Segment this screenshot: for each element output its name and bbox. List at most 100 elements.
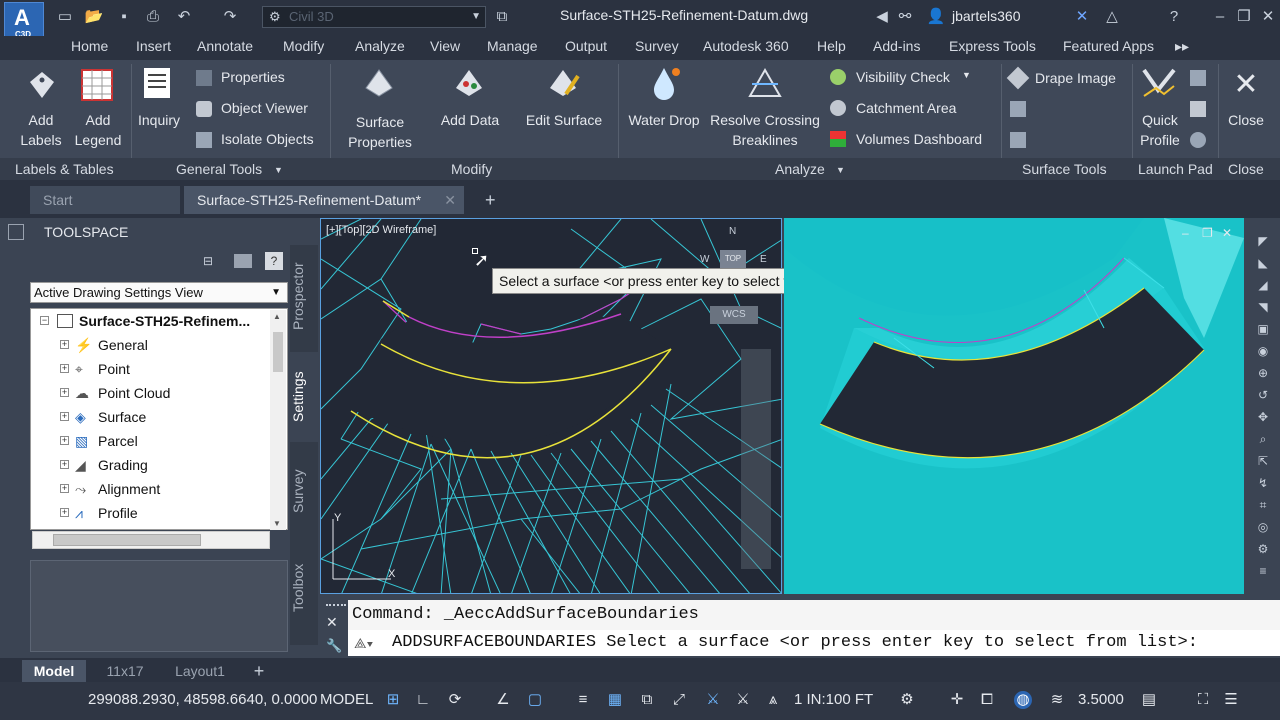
toolspace-view-select[interactable]: Active Drawing Settings View ▼: [30, 282, 288, 303]
restore-icon[interactable]: ❐: [1234, 7, 1254, 27]
file-tab-start[interactable]: Start: [30, 186, 180, 214]
nav-tools-icon[interactable]: ◤ ◣ ◢ ◥ ▣ ◉ ⊕ ↺ ✥ ⌕ ⇱ ↯ ⌗ ◎ ⚙ ≡: [1254, 230, 1272, 582]
clean-screen-icon[interactable]: ⛶: [1194, 691, 1212, 709]
dynamic-ucs-icon[interactable]: ⤢: [670, 691, 688, 709]
tab-addins[interactable]: Add-ins: [873, 38, 920, 54]
water-drop-button[interactable]: Water Drop: [622, 110, 706, 130]
layout-tab-layout1[interactable]: Layout1: [162, 660, 238, 682]
open-icon[interactable]: 📂: [84, 7, 104, 27]
scroll-thumb[interactable]: [53, 534, 201, 546]
add-data-button[interactable]: Add Data: [432, 110, 508, 130]
annotation-scale-icon[interactable]: ⩓: [764, 691, 782, 709]
expand-icon[interactable]: +: [60, 484, 69, 493]
wrench-icon[interactable]: 🔧: [326, 638, 342, 654]
properties-button[interactable]: Properties: [221, 69, 285, 85]
transparency-icon[interactable]: ▦: [606, 691, 624, 709]
add-layout-icon[interactable]: +: [244, 660, 274, 682]
side-tab-prospector[interactable]: Prospector: [290, 252, 318, 340]
close-tab-icon[interactable]: ✕: [444, 186, 456, 214]
volumes-dashboard-button[interactable]: Volumes Dashboard: [856, 131, 982, 147]
tab-annotate[interactable]: Annotate: [197, 38, 253, 54]
osnap-icon[interactable]: ▢: [526, 691, 544, 709]
expand-icon[interactable]: +: [60, 436, 69, 445]
crosshair-icon[interactable]: ✛: [948, 691, 966, 709]
tree-item-profile[interactable]: Profile: [98, 505, 138, 521]
tree-item-general[interactable]: General: [98, 337, 148, 353]
command-customize-icon[interactable]: ⟁▾: [354, 630, 373, 656]
annotation-visibility-icon[interactable]: ⚔: [704, 691, 722, 709]
layout-tab-model[interactable]: Model: [22, 660, 86, 682]
scroll-up-icon[interactable]: ▲: [273, 312, 281, 321]
tab-featured-apps[interactable]: Featured Apps: [1063, 38, 1154, 54]
surface-tool-2-icon[interactable]: [1010, 132, 1026, 148]
panel-launch-pad[interactable]: Launch Pad: [1138, 161, 1213, 177]
chevron-down-icon[interactable]: ▼: [274, 165, 283, 175]
tab-manage[interactable]: Manage: [487, 38, 538, 54]
viewcube-top-face[interactable]: TOP: [720, 250, 746, 268]
item-view-icon[interactable]: [234, 254, 252, 268]
tree-item-parcel[interactable]: Parcel: [98, 433, 138, 449]
panel-surface-tools[interactable]: Surface Tools: [1022, 161, 1107, 177]
tab-home[interactable]: Home: [71, 38, 108, 54]
command-grip-icon[interactable]: [326, 604, 346, 612]
inquiry-button[interactable]: Inquiry: [134, 110, 184, 130]
drape-image-button[interactable]: Drape Image: [1035, 70, 1116, 86]
user-icon[interactable]: 👤: [926, 7, 946, 27]
minimize-icon[interactable]: –: [1210, 7, 1230, 27]
close-command-icon[interactable]: ✕: [326, 614, 338, 631]
command-input[interactable]: ⟁▾ ADDSURFACEBOUNDARIES Select a surface…: [348, 630, 1280, 656]
isolate-objects-button[interactable]: Isolate Objects: [221, 131, 314, 147]
binoculars-icon[interactable]: ⚯: [895, 7, 915, 27]
panel-close[interactable]: Close: [1228, 161, 1264, 177]
side-tab-toolbox[interactable]: Toolbox: [290, 548, 318, 628]
wcs-menu[interactable]: WCS: [710, 306, 758, 324]
customize-status-icon[interactable]: ☰: [1222, 691, 1240, 709]
file-tab-document[interactable]: Surface-STH25-Refinement-Datum* ✕: [184, 186, 464, 214]
new-tab-icon[interactable]: +: [485, 190, 496, 211]
panel-general-tools[interactable]: General Tools: [176, 161, 262, 177]
grid-icon[interactable]: ⊞: [384, 691, 402, 709]
launch-pad-2-icon[interactable]: [1190, 101, 1206, 117]
undo-icon[interactable]: ↶: [174, 7, 194, 27]
expand-icon[interactable]: +: [60, 460, 69, 469]
tab-express-tools[interactable]: Express Tools: [949, 38, 1036, 54]
layers-icon[interactable]: ≋: [1048, 691, 1066, 709]
snap-icon[interactable]: ∟: [414, 691, 432, 709]
viewport-maximize-icon[interactable]: ❐: [1202, 226, 1213, 240]
viewport-3d-shaded[interactable]: [784, 218, 1244, 594]
viewport-close-icon[interactable]: ✕: [1222, 226, 1232, 240]
search-back-icon[interactable]: ◀: [872, 7, 892, 27]
close-window-icon[interactable]: ✕: [1258, 7, 1278, 27]
polar-icon[interactable]: ⟳: [446, 691, 464, 709]
workspace-gear-icon[interactable]: ⚙: [898, 691, 916, 709]
resolve-crossing-breaklines-button[interactable]: Resolve Crossing Breaklines: [706, 110, 824, 150]
workspace-select[interactable]: ⚙ Civil 3D ▼: [262, 6, 486, 28]
object-viewer-button[interactable]: Object Viewer: [221, 100, 308, 116]
expand-icon[interactable]: +: [60, 364, 69, 373]
catchment-area-button[interactable]: Catchment Area: [856, 100, 956, 116]
viewport-minimize-icon[interactable]: –: [1182, 226, 1189, 240]
tree-item-surface[interactable]: Surface: [98, 409, 146, 425]
selection-cycling-icon[interactable]: ⧉: [638, 691, 656, 709]
more-tabs-icon[interactable]: ▸▸: [1175, 38, 1189, 55]
tab-output[interactable]: Output: [565, 38, 607, 54]
panel-labels-tables[interactable]: Labels & Tables: [15, 161, 114, 177]
tab-help[interactable]: Help: [817, 38, 846, 54]
lineweight-icon[interactable]: ≡: [574, 691, 592, 709]
scroll-down-icon[interactable]: ▼: [273, 519, 281, 528]
close-icon[interactable]: ✕: [1226, 68, 1266, 102]
tab-autodesk360[interactable]: Autodesk 360: [703, 38, 789, 54]
cursor-coordinates[interactable]: 299088.2930, 48598.6640, 0.0000: [88, 691, 317, 708]
expand-icon[interactable]: +: [60, 388, 69, 397]
exchange-icon[interactable]: ✕: [1072, 7, 1092, 27]
help-icon[interactable]: ?: [1164, 7, 1184, 27]
tab-modify[interactable]: Modify: [283, 38, 324, 54]
viewcube-west[interactable]: W: [700, 254, 709, 265]
tree-item-point[interactable]: Point: [98, 361, 130, 377]
close-contextual-tab-button[interactable]: Close: [1222, 110, 1270, 130]
tree-item-alignment[interactable]: Alignment: [98, 481, 160, 497]
tree-root-drawing[interactable]: Surface-STH25-Refinem...: [79, 313, 250, 329]
expand-icon[interactable]: +: [60, 412, 69, 421]
panel-analyze[interactable]: Analyze: [775, 161, 825, 177]
viewcube-east[interactable]: E: [760, 254, 767, 265]
